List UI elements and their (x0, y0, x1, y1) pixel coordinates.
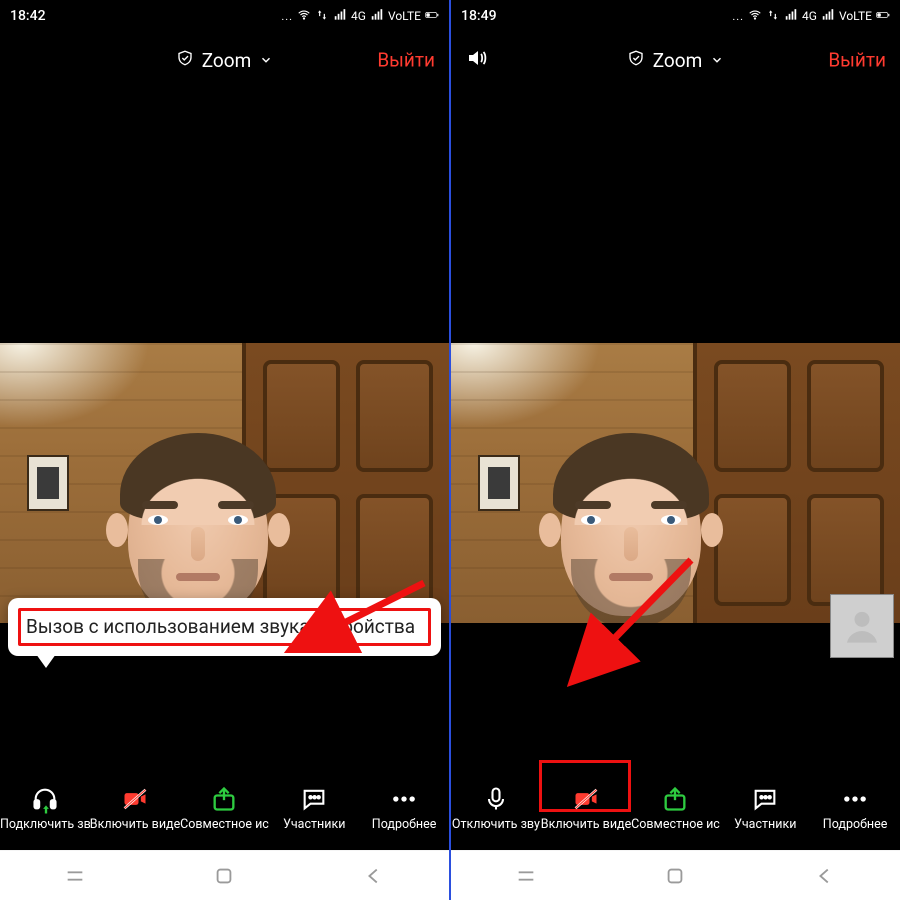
camera-feed (0, 343, 449, 623)
more-label: Подробнее (823, 817, 888, 832)
status-volte: VoLTE (388, 9, 421, 23)
status-bar: 18:42 ... 4G VoLTE (0, 0, 449, 32)
leave-button[interactable]: Выйти (828, 49, 886, 72)
start-video-button[interactable]: Включить виде (541, 758, 631, 850)
status-4g: 4G (351, 9, 366, 23)
nav-back-button[interactable] (361, 863, 387, 889)
more-button[interactable]: Подробнее (359, 758, 449, 850)
status-dots: ... (281, 10, 293, 23)
status-dots: ... (732, 10, 744, 23)
share-label: Совместное ис (631, 817, 720, 832)
video-off-icon (121, 785, 149, 813)
nav-recents-button[interactable] (62, 863, 88, 889)
bottom-toolbar: Подключить зв Включить виде Совместное и… (0, 758, 449, 850)
participants-button[interactable]: Участники (269, 758, 359, 850)
share-icon (661, 785, 689, 813)
status-clock: 18:49 (461, 8, 497, 24)
headphones-icon (31, 785, 59, 813)
participants-label: Участники (734, 817, 796, 832)
status-volte: VoLTE (839, 9, 872, 23)
connect-audio-button[interactable]: Подключить зв (0, 758, 90, 850)
signal-icon (784, 8, 798, 25)
more-icon (390, 785, 418, 813)
more-button[interactable]: Подробнее (810, 758, 900, 850)
nav-home-button[interactable] (211, 863, 237, 889)
wifi-icon (748, 8, 762, 25)
mute-audio-label: Отключить зву (452, 817, 540, 832)
start-video-label: Включить виде (541, 817, 631, 832)
updown-icon (315, 8, 329, 25)
status-bar: 18:49 ... 4G VoLTE (451, 0, 900, 32)
zoom-top-bar: Zoom Выйти (0, 32, 449, 88)
video-area[interactable] (451, 88, 900, 758)
zoom-title-button[interactable]: Zoom (176, 49, 274, 72)
zoom-top-bar: Zoom Выйти (451, 32, 900, 88)
camera-feed (451, 343, 900, 623)
shield-icon (627, 49, 645, 72)
start-video-label: Включить виде (90, 817, 180, 832)
status-4g: 4G (802, 9, 817, 23)
signal-icon-2 (821, 8, 835, 25)
status-right: ... 4G VoLTE (732, 8, 890, 25)
android-nav-bar (451, 850, 900, 900)
android-nav-bar (0, 850, 449, 900)
phone-right: 18:49 ... 4G VoLTE Zoom Выйти (451, 0, 900, 900)
more-icon (841, 785, 869, 813)
microphone-icon (482, 785, 510, 813)
updown-icon (766, 8, 780, 25)
share-label: Совместное ис (180, 817, 269, 832)
chat-icon (300, 785, 328, 813)
phone-left: 18:42 ... 4G VoLTE Zoom Выйти (0, 0, 449, 900)
video-off-icon (572, 785, 600, 813)
nav-back-button[interactable] (812, 863, 838, 889)
speaker-button[interactable] (465, 46, 489, 74)
self-view-thumbnail[interactable] (830, 594, 894, 658)
zoom-title: Zoom (653, 49, 703, 72)
bottom-toolbar: Отключить зву Включить виде Совместное и… (451, 758, 900, 850)
participants-label: Участники (283, 817, 345, 832)
nav-recents-button[interactable] (513, 863, 539, 889)
nav-home-button[interactable] (662, 863, 688, 889)
start-video-button[interactable]: Включить виде (90, 758, 180, 850)
shield-icon (176, 49, 194, 72)
share-button[interactable]: Совместное ис (631, 758, 721, 850)
status-right: ... 4G VoLTE (281, 8, 439, 25)
mute-audio-button[interactable]: Отключить зву (451, 758, 541, 850)
signal-icon-2 (370, 8, 384, 25)
chevron-down-icon (710, 49, 724, 72)
video-area[interactable]: Вызов с использованием звука устройства (0, 88, 449, 758)
zoom-title-button[interactable]: Zoom (627, 49, 725, 72)
signal-icon (333, 8, 347, 25)
wifi-icon (297, 8, 311, 25)
battery-icon (425, 8, 439, 25)
chevron-down-icon (259, 49, 273, 72)
connect-audio-label: Подключить зв (0, 817, 90, 832)
share-button[interactable]: Совместное ис (180, 758, 270, 850)
participants-button[interactable]: Участники (720, 758, 810, 850)
status-clock: 18:42 (10, 8, 46, 24)
battery-icon (876, 8, 890, 25)
chat-icon (751, 785, 779, 813)
audio-tooltip[interactable]: Вызов с использованием звука устройства (8, 598, 441, 656)
more-label: Подробнее (372, 817, 437, 832)
share-icon (210, 785, 238, 813)
leave-button[interactable]: Выйти (377, 49, 435, 72)
zoom-title: Zoom (202, 49, 252, 72)
audio-tooltip-text: Вызов с использованием звука устройства (26, 615, 415, 638)
